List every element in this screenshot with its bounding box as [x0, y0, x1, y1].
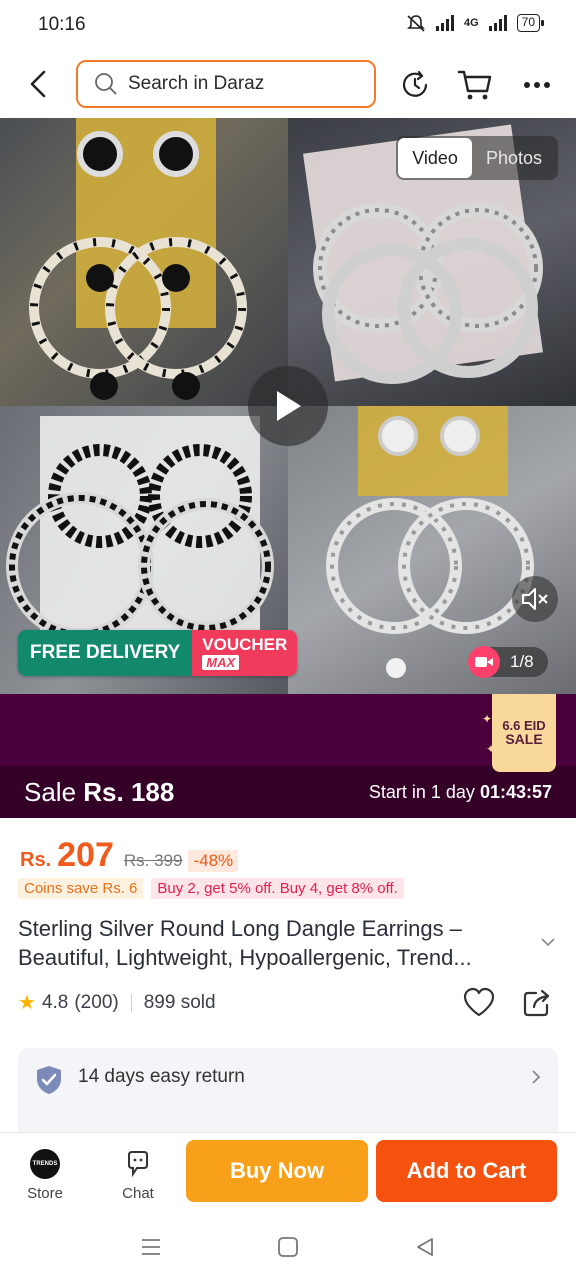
back-nav-icon: [417, 1238, 433, 1256]
network-label: 4G: [463, 17, 479, 29]
chat-label: Chat: [122, 1185, 154, 1202]
voucher-max-label: VOUCHER MAX: [192, 630, 298, 676]
store-logo: TRENDS: [30, 1149, 60, 1179]
chevron-down-icon: [541, 938, 555, 947]
play-button[interactable]: [248, 366, 328, 446]
sale-label: Sale: [24, 777, 77, 807]
mute-notification-icon: [407, 15, 425, 32]
bundle-promo[interactable]: Buy 2, get 5% off. Buy 4, get 8% off.: [151, 878, 404, 899]
product-image-1: [0, 118, 288, 406]
eid-badge-line1: 6.6 EID: [502, 717, 546, 733]
voucher-max-text: MAX: [202, 655, 240, 670]
search-input[interactable]: [128, 73, 358, 95]
history-button[interactable]: [396, 66, 434, 104]
menu-nav-icon: [142, 1239, 160, 1255]
media-counter: 1/8: [468, 646, 548, 678]
back-button[interactable]: [22, 66, 58, 102]
back-nav-button[interactable]: [410, 1232, 440, 1262]
sold-count: 899 sold: [143, 991, 216, 1013]
more-icon: [524, 82, 550, 88]
store-button[interactable]: TRENDS Store: [13, 1149, 77, 1202]
mute-icon: [522, 588, 548, 610]
sale-price-label: Sale Rs. 188: [24, 777, 174, 808]
more-button[interactable]: [518, 66, 556, 104]
eid-badge-line2: SALE: [505, 731, 543, 748]
bottom-action-bar: TRENDS Store Chat Buy Now Add to Cart: [0, 1132, 576, 1214]
heart-icon: [463, 987, 495, 1017]
sparkle-icon: ✦: [482, 712, 493, 726]
return-policy-text: 14 days easy return: [78, 1066, 245, 1087]
battery-icon: 70: [516, 14, 545, 32]
tab-video[interactable]: Video: [398, 138, 472, 178]
price-amount: 207: [57, 836, 114, 874]
signal-icon-2: [488, 15, 507, 31]
status-time: 10:16: [38, 14, 86, 35]
menu-nav-button[interactable]: [136, 1232, 166, 1262]
sale-start-text: Start in 1 day: [368, 782, 475, 802]
play-icon: [277, 391, 301, 421]
rating-value: 4.8: [41, 991, 69, 1013]
back-arrow-icon: [30, 70, 46, 98]
original-price: Rs. 399: [123, 851, 183, 870]
tab-photos[interactable]: Photos: [472, 138, 556, 178]
share-button[interactable]: [522, 988, 552, 1023]
chat-icon: [128, 1151, 148, 1178]
history-icon: [402, 70, 428, 97]
search-bar[interactable]: [76, 60, 376, 108]
media-tab-switcher: Video Photos: [396, 136, 558, 180]
mute-button[interactable]: [512, 576, 558, 622]
free-delivery-label: FREE DELIVERY: [18, 630, 193, 676]
sale-countdown: 01:43:57: [479, 782, 552, 802]
product-title-line2: Beautiful, Lightweight, Hypoallergenic, …: [18, 945, 472, 970]
eid-sale-badge: 6.6 EID SALE: [492, 694, 556, 772]
divider: [130, 993, 132, 1012]
cart-button[interactable]: [456, 66, 494, 104]
status-bar: 10:16 4G 70: [0, 0, 576, 52]
home-nav-icon: [278, 1237, 298, 1257]
buy-now-button[interactable]: Buy Now: [186, 1140, 368, 1202]
system-nav-bar: [0, 1214, 576, 1280]
product-media[interactable]: Video Photos FREE DELIVERY VOUCHER MAX 1…: [0, 118, 576, 694]
discount-badge: -48%: [188, 850, 239, 872]
share-icon: [523, 989, 550, 1017]
product-title[interactable]: Sterling Silver Round Long Dangle Earrin…: [18, 914, 538, 972]
signal-icon: [435, 15, 454, 31]
cart-icon: [457, 70, 492, 100]
top-header: [0, 58, 576, 112]
star-icon: ★: [18, 992, 36, 1014]
wishlist-button[interactable]: [462, 986, 496, 1023]
add-to-cart-button[interactable]: Add to Cart: [376, 1140, 557, 1202]
sale-timer: Start in 1 day 01:43:57: [369, 782, 552, 803]
video-icon: [468, 646, 500, 678]
review-count: (200): [74, 991, 119, 1013]
rating-row[interactable]: ★ 4.8 (200) 899 sold: [18, 990, 216, 1015]
price-row: Rs. 207 Rs. 399 -48%: [20, 836, 239, 875]
store-label: Store: [27, 1185, 63, 1202]
sale-price: Rs. 188: [83, 777, 175, 807]
voucher-text: VOUCHER: [202, 635, 288, 654]
flash-sale-bar: Sale Rs. 188 Start in 1 day 01:43:57: [0, 766, 576, 818]
search-icon: [95, 73, 117, 95]
status-icons: 4G 70: [406, 14, 545, 32]
expand-title-button[interactable]: [540, 934, 556, 952]
home-nav-button[interactable]: [273, 1232, 303, 1262]
product-title-line1: Sterling Silver Round Long Dangle Earrin…: [18, 916, 462, 941]
shield-check-icon: [34, 1064, 64, 1101]
coins-promo[interactable]: Coins save Rs. 6: [18, 878, 144, 899]
price-currency: Rs.: [20, 849, 52, 871]
chat-button[interactable]: Chat: [106, 1149, 170, 1202]
delivery-voucher-badge: FREE DELIVERY VOUCHER MAX: [18, 630, 298, 676]
chevron-right-icon: [530, 1068, 542, 1091]
promo-row: Coins save Rs. 6 Buy 2, get 5% off. Buy …: [18, 878, 404, 899]
store-logo-text: TRENDS: [32, 1161, 58, 1167]
